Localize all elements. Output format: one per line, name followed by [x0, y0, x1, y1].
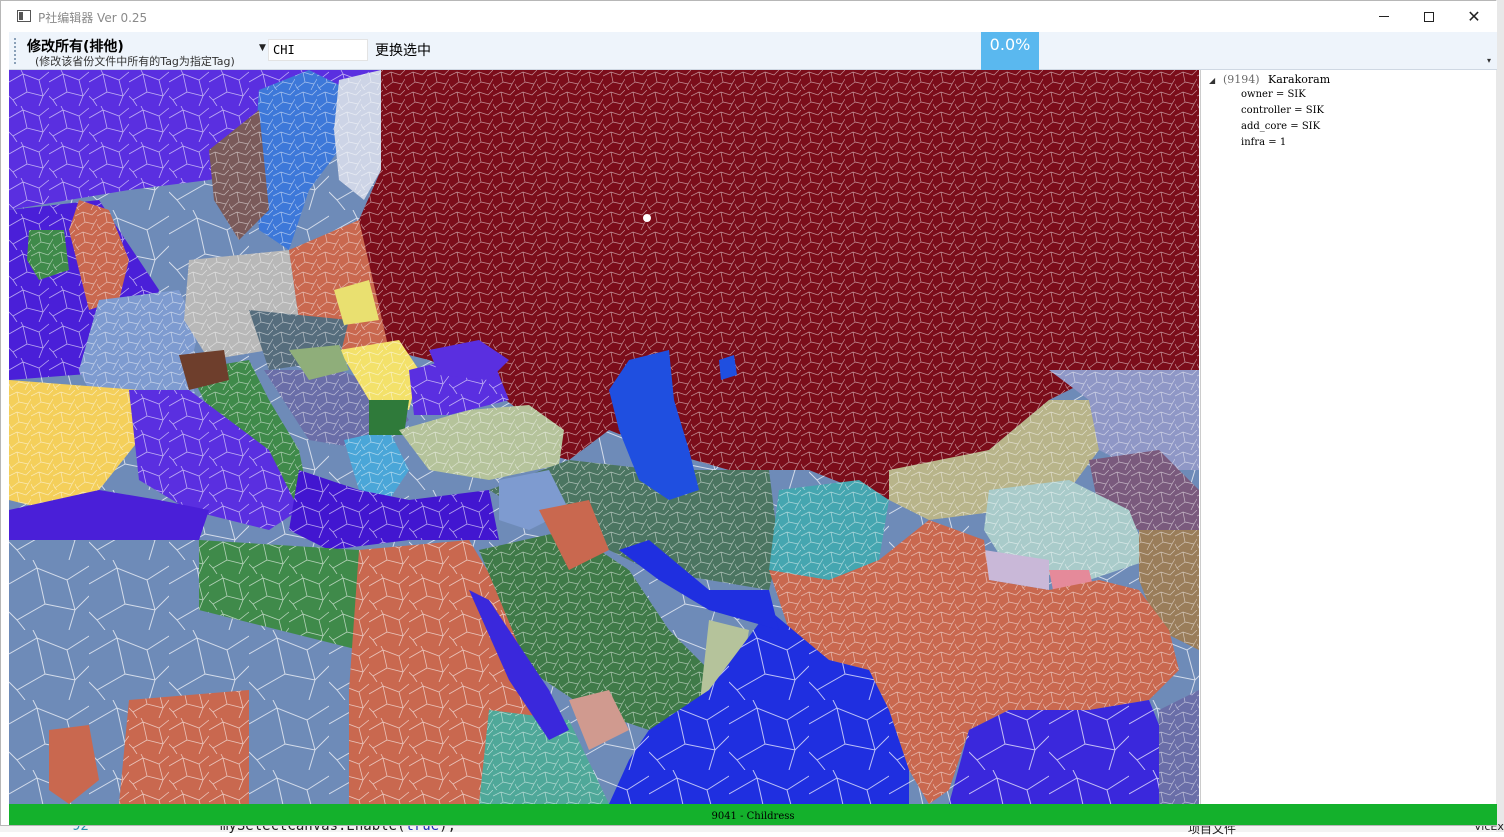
background-side-panel — [1496, 0, 1504, 832]
tree-property-item[interactable]: infra = 1 — [1241, 137, 1286, 148]
maximize-button[interactable] — [1406, 1, 1452, 32]
status-bar: 9041 - Childress — [9, 804, 1497, 825]
window-title: P社编辑器 Ver 0.25 — [38, 11, 148, 25]
toolbar: 修改所有(排他) (修改该省份文件中所有的Tag为指定Tag) ▼ 更换选中 0… — [9, 32, 1497, 70]
title-bar: P社编辑器 Ver 0.25 ✕ — [1, 1, 1497, 32]
tree-property-item[interactable]: controller = SIK — [1241, 105, 1324, 116]
dropdown-arrow-icon: ▼ — [259, 43, 266, 53]
app-icon — [17, 10, 31, 22]
edit-mode-description: (修改该省份文件中所有的Tag为指定Tag) — [35, 55, 235, 68]
tag-input[interactable] — [268, 39, 368, 61]
map-canvas[interactable] — [9, 70, 1199, 804]
province-name[interactable]: Karakoram — [1268, 73, 1330, 86]
progress-label: 0.0% — [989, 35, 1031, 54]
edit-mode-dropdown[interactable]: 修改所有(排他) (修改该省份文件中所有的Tag为指定Tag) ▼ — [21, 34, 269, 68]
hovered-province-label: 9041 - Childress — [711, 811, 795, 822]
province-map[interactable] — [9, 70, 1199, 804]
editor-window: P社编辑器 Ver 0.25 ✕ 修改所有(排他) (修改该省份文件中所有的Ta… — [0, 0, 1497, 826]
close-button[interactable]: ✕ — [1451, 1, 1497, 32]
close-icon: ✕ — [1467, 7, 1481, 26]
minimize-button[interactable] — [1361, 1, 1407, 32]
maximize-icon — [1424, 11, 1434, 22]
minimize-icon — [1379, 16, 1389, 17]
collapse-arrow-icon[interactable]: ◢ — [1209, 76, 1215, 85]
tree-property-item[interactable]: add_core = SIK — [1241, 121, 1320, 132]
tree-property-item[interactable]: owner = SIK — [1241, 89, 1306, 100]
province-tree-panel[interactable]: ◢ (9194) Karakoram owner = SIK controlle… — [1200, 70, 1496, 804]
toolbar-overflow-icon[interactable]: ▾ — [1487, 56, 1491, 65]
province-id: (9194) — [1223, 73, 1260, 86]
toolbar-grip-handle[interactable] — [14, 38, 16, 64]
replace-selected-button[interactable]: 更换选中 — [375, 40, 431, 60]
progress-indicator: 0.0% — [981, 32, 1039, 70]
